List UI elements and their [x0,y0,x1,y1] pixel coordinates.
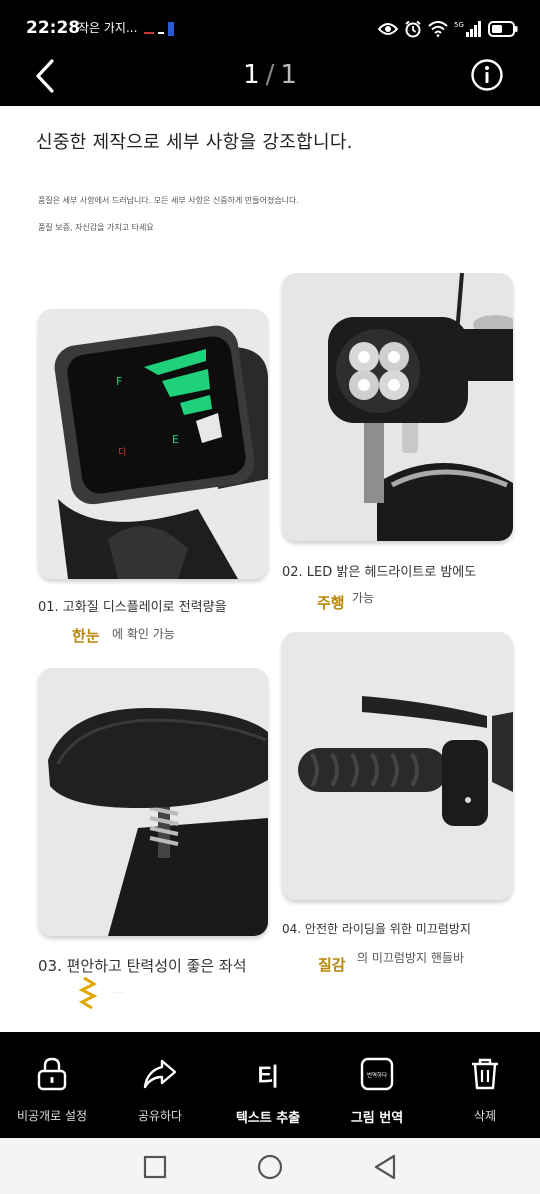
feature-2-highlight-sub: 가능 [352,591,375,605]
info-icon[interactable] [470,58,504,92]
share-icon [143,1059,177,1089]
image-action-bar: 비공개로 설정 공유하다 티 텍스트 추출 번역하다 그림 번역 삭제 [0,1032,540,1138]
feature-2-caption: 02. LED 밝은 헤드라이트로 밤에도 [282,565,477,580]
feature-1-caption: 01. 고화질 디스플레이로 전력량을 [38,600,227,615]
page-heading: 신중한 제작으로 세부 사항을 강조합니다. [36,132,353,153]
notification-thumbnail-icon [144,22,174,36]
image-translate-icon: 번역하다 [360,1057,394,1091]
feature-4-caption: 04. 안전한 라이딩을 위한 미끄럼방지 [282,922,471,936]
battery-icon [488,21,518,37]
page-counter: 1/1 [0,60,540,90]
wifi-icon [428,21,448,37]
feature-1-highlight-sub: 에 확인 가능 [112,627,175,641]
trash-icon [472,1058,498,1090]
status-notification-text: 작은 가지... [78,21,138,35]
feature-1-highlight: 한눈 [72,627,100,645]
eye-icon [378,23,398,35]
headlight-photo [282,273,513,541]
status-bar: 22:28 작은 가지... 5G [0,0,540,56]
display-full-label: F [116,375,122,388]
share-label: 공유하다 [137,1109,183,1123]
extract-text-label: 텍스트 추출 [235,1111,301,1126]
display-photo: F E 디 [38,309,268,579]
feature-2-highlight: 주행 [317,594,345,612]
translate-image-label: 그림 번역 [350,1111,404,1126]
share-button[interactable]: 공유하다 [110,1054,210,1124]
signal-icon: 5G [454,21,481,37]
set-private-label: 비공개로 설정 [16,1109,88,1123]
translate-image-button[interactable]: 번역하다 그림 번역 [327,1054,427,1126]
system-nav-bar [0,1138,540,1194]
viewer-top-bar: 1/1 [0,56,540,106]
quality-description: 품질은 세부 사항에서 드러납니다. 모든 세부 사항은 신중하게 만들어졌습니… [38,196,299,205]
quality-guarantee: 품질 보증, 자신감을 가지고 타세요 [38,223,154,232]
lock-icon [37,1057,67,1091]
handlebar-grip-photo [282,632,513,900]
feature-4-highlight-sub: 의 미끄럼방지 핸들바 [357,951,464,965]
delete-label: 삭제 [473,1109,497,1123]
translate-badge: 번역하다 [367,1071,387,1079]
network-label: 5G [454,21,464,29]
tiny-seat-text: · · · · · · [110,990,124,995]
delete-button[interactable]: 삭제 [435,1054,535,1124]
set-private-button[interactable]: 비공개로 설정 [2,1054,102,1124]
seat-photo [38,668,268,936]
alarm-icon [405,20,421,38]
feature-4-highlight: 질감 [318,956,346,974]
recents-icon[interactable] [140,1152,170,1182]
status-icons: 5G [378,14,518,44]
page-current: 1 [243,60,260,90]
page-separator: / [265,60,275,90]
zigzag-decoration-icon [78,976,98,1010]
home-icon[interactable] [255,1152,285,1182]
image-content: 신중한 제작으로 세부 사항을 강조합니다. 품질은 세부 사항에서 드러납니다… [0,106,540,1032]
back-icon[interactable] [370,1152,400,1182]
extract-text-button[interactable]: 티 텍스트 추출 [218,1054,318,1127]
feature-3-caption: 03. 편안하고 탄력성이 좋은 좌석 [38,957,247,975]
display-empty-label: E [172,433,179,446]
page-total: 1 [280,60,297,90]
text-extract-icon: 티 [256,1062,280,1091]
display-mode-label: 디 [118,447,126,458]
status-time: 22:28 [26,18,81,38]
